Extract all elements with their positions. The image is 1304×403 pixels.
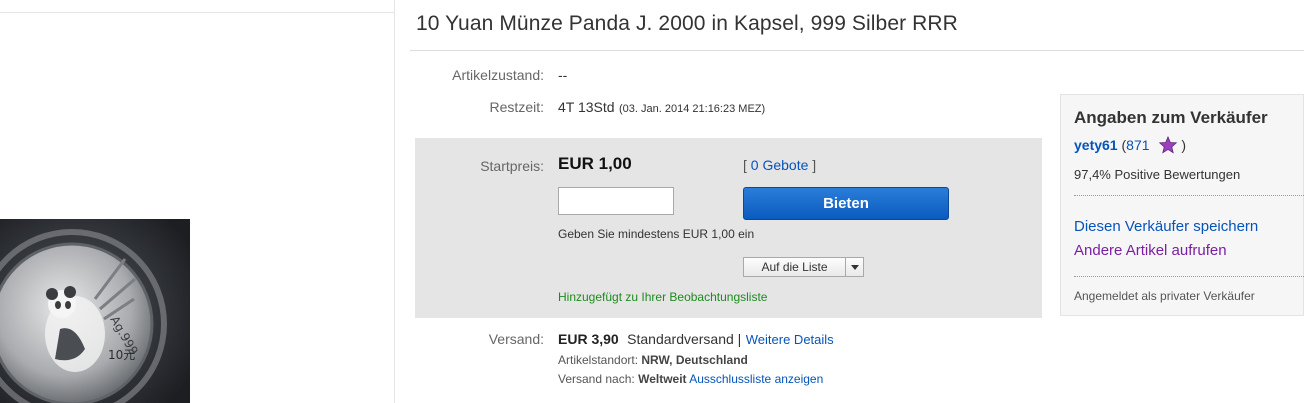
watch-list-dropdown[interactable]: Auf die Liste [743,257,864,277]
coin-image: Ag.999 10元 [0,219,190,403]
shipping-label: Versand: [488,331,544,347]
time-left-label: Restzeit: [489,99,544,115]
watch-list-confirmation: Hinzugefügt zu Ihrer Beobachtungsliste [558,290,768,304]
time-left: 4T 13Std (03. Jan. 2014 21:16:23 MEZ) [558,99,765,117]
bid-history-link[interactable]: 0 Gebote [751,157,809,173]
exclusion-list-link[interactable]: Ausschlussliste anzeigen [689,372,823,386]
watch-list-label: Auf die Liste [761,260,828,274]
svg-text:10元: 10元 [108,348,135,362]
min-bid-hint: Geben Sie mindestens EUR 1,00 ein [558,227,755,241]
bid-button[interactable]: Bieten [743,187,949,220]
ships-to-label: Versand nach: [558,372,635,386]
ships-to: Versand nach: Weltweit Ausschlussliste a… [558,372,823,386]
positive-feedback: 97,4% Positive Bewertungen [1074,167,1241,182]
item-location: Artikelstandort: NRW, Deutschland [558,353,748,367]
bid-amount-input[interactable] [558,187,674,215]
shipping-price: EUR 3,90 [558,331,619,347]
start-price: EUR 1,00 [558,154,632,173]
private-seller-note: Angemeldet als privater Verkäufer [1074,289,1255,303]
save-seller-link[interactable]: Diesen Verkäufer speichern [1074,218,1258,235]
shipping-method: Standardversand | [627,331,742,347]
condition-label: Artikelzustand: [452,67,544,83]
time-left-value: 4T 13Std [558,99,615,115]
ships-to-value: Weltweit [638,372,687,386]
divider [1074,276,1304,277]
item-location-value: NRW, Deutschland [641,353,748,367]
paren-close: ) [1181,137,1187,153]
bracket-close: ] [812,157,817,173]
bid-count: [ 0 Gebote ] [743,157,816,173]
title-divider [410,50,1304,51]
bracket-open: [ [743,157,747,173]
chevron-down-icon[interactable] [845,258,864,276]
divider [1074,195,1304,196]
auction-end-time: (03. Jan. 2014 21:16:23 MEZ) [619,103,766,115]
product-image-column: Ag.999 10元 [0,0,395,403]
seller-name-link[interactable]: yety61 [1074,137,1118,153]
other-items-link[interactable]: Andere Artikel aufrufen [1074,242,1227,259]
item-location-label: Artikelstandort: [558,353,639,367]
listing-title: 10 Yuan Münze Panda J. 2000 in Kapsel, 9… [416,12,958,35]
feedback-score-link[interactable]: 871 [1126,137,1149,153]
seller-name-row: yety61 (871 ) [1074,136,1186,154]
shipping-row: EUR 3,90 Standardversand | Weitere Detai… [558,331,834,349]
product-photo[interactable]: Ag.999 10元 [0,219,190,403]
purple-star-icon [1159,136,1178,154]
shipping-details-link[interactable]: Weitere Details [746,332,834,347]
start-price-label: Startpreis: [480,158,544,174]
divider [0,12,394,13]
seller-heading: Angaben zum Verkäufer [1074,108,1268,127]
condition-value: -- [558,67,568,83]
